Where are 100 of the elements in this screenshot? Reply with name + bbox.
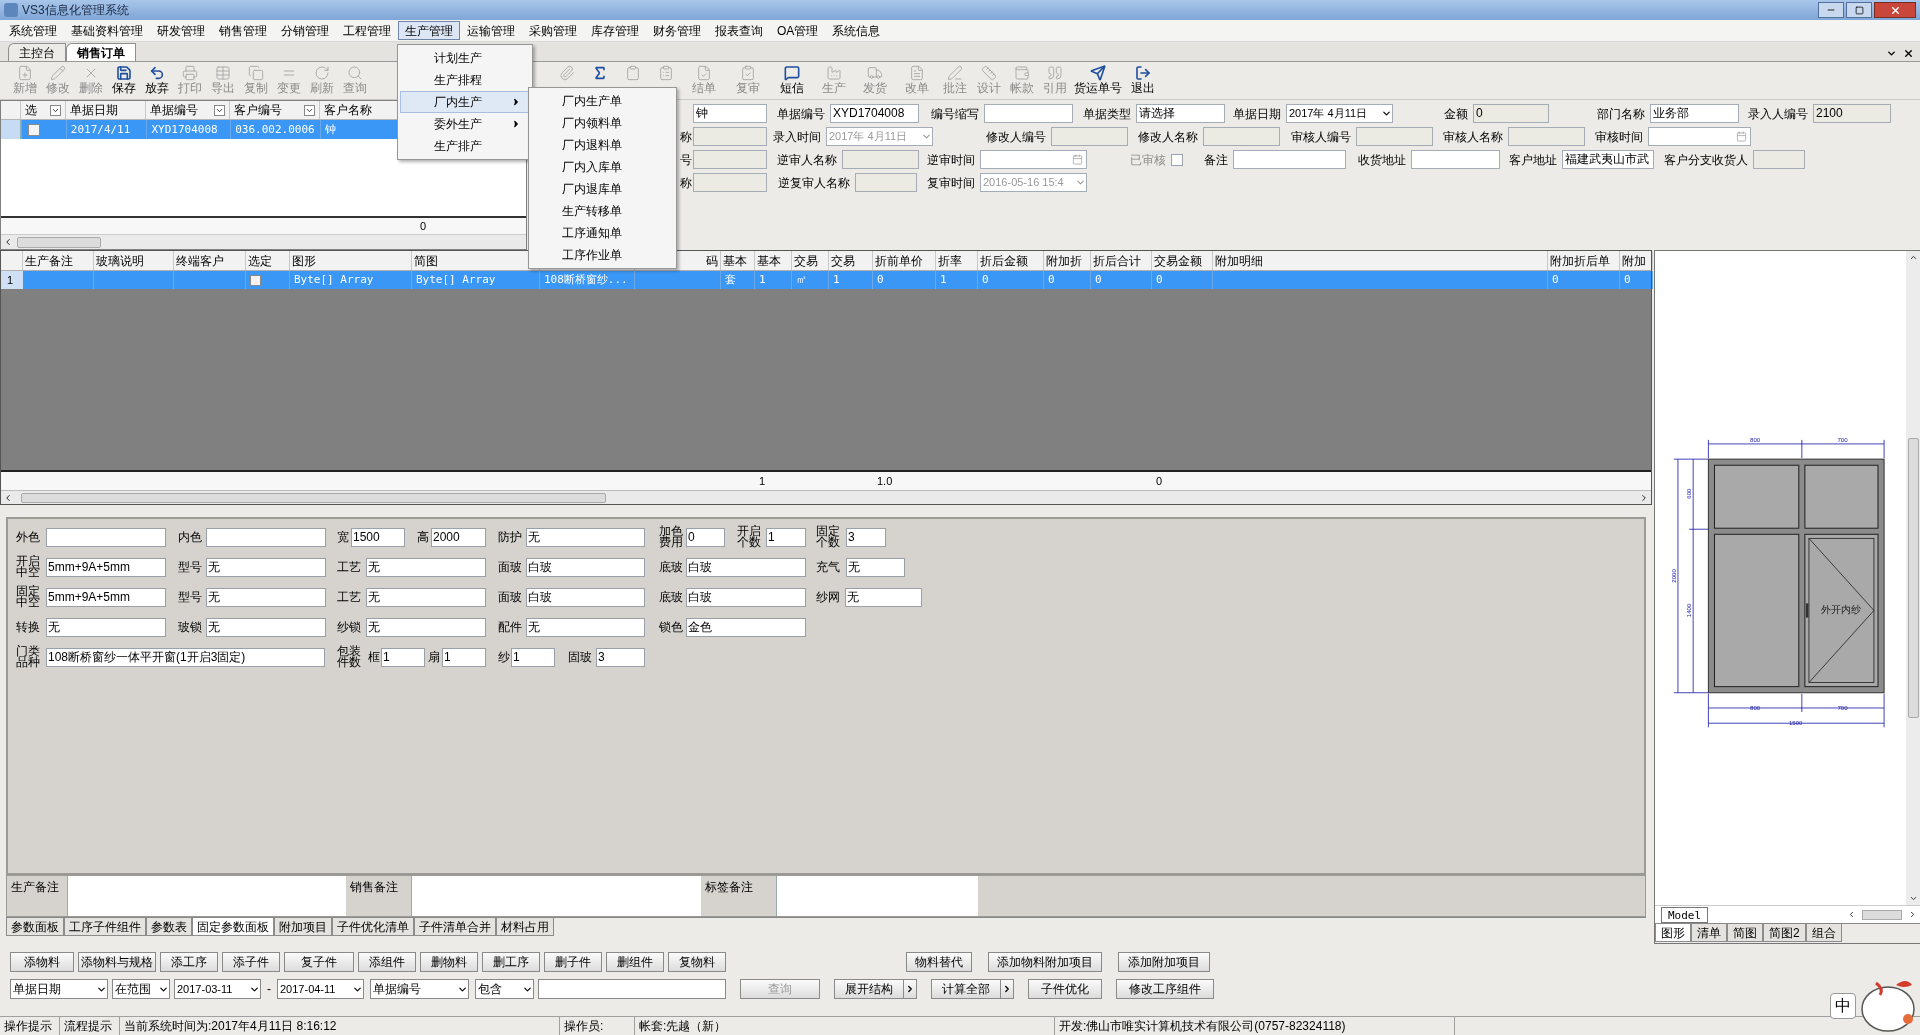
text-field[interactable] [1233,150,1346,169]
text-field[interactable]: 3 [846,527,886,547]
column-header[interactable]: 折后金额 [980,251,1028,270]
text-field[interactable]: 无 [206,557,326,577]
text-field[interactable]: 无 [206,587,326,607]
text-field[interactable]: 金色 [686,617,806,637]
column-header[interactable]: 单据日期 [65,101,147,119]
panel-tab[interactable]: 参数表 [146,918,192,936]
column-header[interactable]: 附加折后单 [1550,251,1610,270]
column-header[interactable]: 选定 [248,251,272,270]
ime-indicator[interactable]: 中 [1830,993,1856,1019]
menu-entry[interactable]: 生产排程 [400,69,530,91]
text-field[interactable] [984,104,1073,123]
view-tab[interactable]: 简图2 [1763,924,1806,942]
menu-item[interactable]: 工程管理 [336,21,398,40]
column-header[interactable]: 图形 [292,251,316,270]
panel-tab[interactable]: 附加项目 [274,918,332,936]
menu-entry[interactable]: 工序通知单 [529,222,676,244]
menu-entry[interactable]: 厂内生产单 [529,90,676,112]
text-area[interactable] [67,876,346,916]
toolbar-button[interactable]: 货运单号 [1071,63,1125,99]
column-header[interactable]: 单据编号 [146,101,231,119]
horizontal-scrollbar[interactable] [1,490,1651,504]
menu-item[interactable]: 系统管理 [2,21,64,40]
text-field[interactable]: 钟 [693,104,767,123]
document-tab[interactable]: 主控台 [8,43,66,61]
column-header[interactable]: 交易金额 [1154,251,1202,270]
maximize-button[interactable] [1846,2,1872,18]
text-field[interactable]: 无 [526,617,645,637]
panel-tab[interactable]: 子件优化清单 [332,918,414,936]
action-button[interactable]: 添加附加项目 [1118,952,1210,972]
column-header[interactable]: 折率 [938,251,962,270]
column-header[interactable]: 交易 [831,251,855,270]
grid-row[interactable]: 1 Byte[] Array Byte[] Array 108断桥窗纱... 套 1 ㎡ 1 0 1 0 0 0 0 0 0 [1,271,1651,289]
view-tab[interactable]: 图形 [1655,924,1691,942]
text-field[interactable]: 白玻 [686,587,806,607]
panel-tab[interactable]: 子件清单合并 [414,918,496,936]
text-field[interactable]: 2000 [431,527,486,547]
text-area[interactable] [776,876,978,916]
menu-entry[interactable]: 厂内领料单 [529,112,676,134]
text-field[interactable]: 1 [381,647,425,667]
date-field[interactable]: 2017-03-11 [174,979,261,999]
menu-item[interactable]: 报表查询 [708,21,770,40]
menu-item[interactable]: 库存管理 [584,21,646,40]
action-button[interactable]: 物料替代 [906,952,972,972]
action-button[interactable]: 删物料 [420,952,478,972]
horizontal-scrollbar[interactable] [1,234,526,249]
menu-item[interactable]: 生产管理 [398,21,460,40]
panel-tab[interactable]: 参数面板 [6,918,64,936]
menu-entry[interactable]: 工序作业单 [529,244,676,266]
toolbar-button[interactable]: 保存 [107,63,140,99]
panel-tab[interactable]: 固定参数面板 [192,918,274,936]
dropdown[interactable]: 单据编号 [370,979,469,999]
text-field[interactable]: 无 [366,587,486,607]
text-field[interactable]: 无 [366,617,486,637]
split-button[interactable]: 计算全部 [931,979,1014,999]
text-field[interactable]: 白玻 [526,587,645,607]
action-button[interactable]: 复子件 [284,952,354,972]
menu-entry[interactable]: 厂内退料单 [529,134,676,156]
column-header[interactable]: 终端客户 [176,251,224,270]
dropdown[interactable]: 单据日期 [10,979,108,999]
text-field[interactable]: 无 [526,527,645,547]
panel-tab[interactable]: 工序子件组件 [64,918,146,936]
toolbar-button[interactable]: 退出 [1125,63,1161,99]
search-field[interactable] [538,979,726,999]
dropdown[interactable]: 包含 [475,979,534,999]
action-button[interactable]: 添物料 [10,952,74,972]
text-field[interactable]: 0 [686,527,725,547]
menu-item[interactable]: 分销管理 [274,21,336,40]
close-button[interactable] [1874,2,1916,18]
column-header[interactable]: 基本 [723,251,747,270]
view-tab[interactable]: 组合 [1805,924,1842,942]
action-button[interactable]: 添加物料附加项目 [988,952,1102,972]
column-header[interactable]: 基本 [757,251,781,270]
menu-item[interactable]: 运输管理 [460,21,522,40]
text-field[interactable]: 无 [366,557,486,577]
date-field[interactable]: 2017年 4月11日 [1286,104,1393,123]
menu-entry[interactable]: 生产转移单 [529,200,676,222]
column-header[interactable]: 附加明细 [1215,251,1263,270]
text-field[interactable]: 福建武夷山市武 [1562,150,1654,169]
text-field[interactable] [46,527,166,547]
text-area[interactable] [411,876,701,916]
menu-item[interactable]: 基础资料管理 [64,21,150,40]
column-header[interactable]: 简图 [414,251,438,270]
column-header[interactable]: 折前单价 [875,251,923,270]
text-field[interactable]: 5mm+9A+5mm [46,587,166,607]
menu-entry[interactable]: 厂内生产 [400,91,530,113]
action-button[interactable]: 添物料与规格 [78,952,156,972]
dropdown[interactable]: 在范围 [112,979,170,999]
column-header[interactable]: 选 [20,101,66,119]
split-button[interactable]: 展开结构 [834,979,917,999]
action-button[interactable]: 复物料 [668,952,726,972]
text-field[interactable]: 业务部 [1650,104,1739,123]
vertical-scrollbar[interactable] [1906,251,1920,905]
column-header[interactable]: 折后合计 [1093,251,1141,270]
text-field[interactable] [1411,150,1500,169]
text-field[interactable]: 白玻 [526,557,645,577]
text-field[interactable] [206,527,326,547]
panel-tab[interactable]: 材料占用 [496,918,554,936]
menu-entry[interactable]: 厂内入库单 [529,156,676,178]
